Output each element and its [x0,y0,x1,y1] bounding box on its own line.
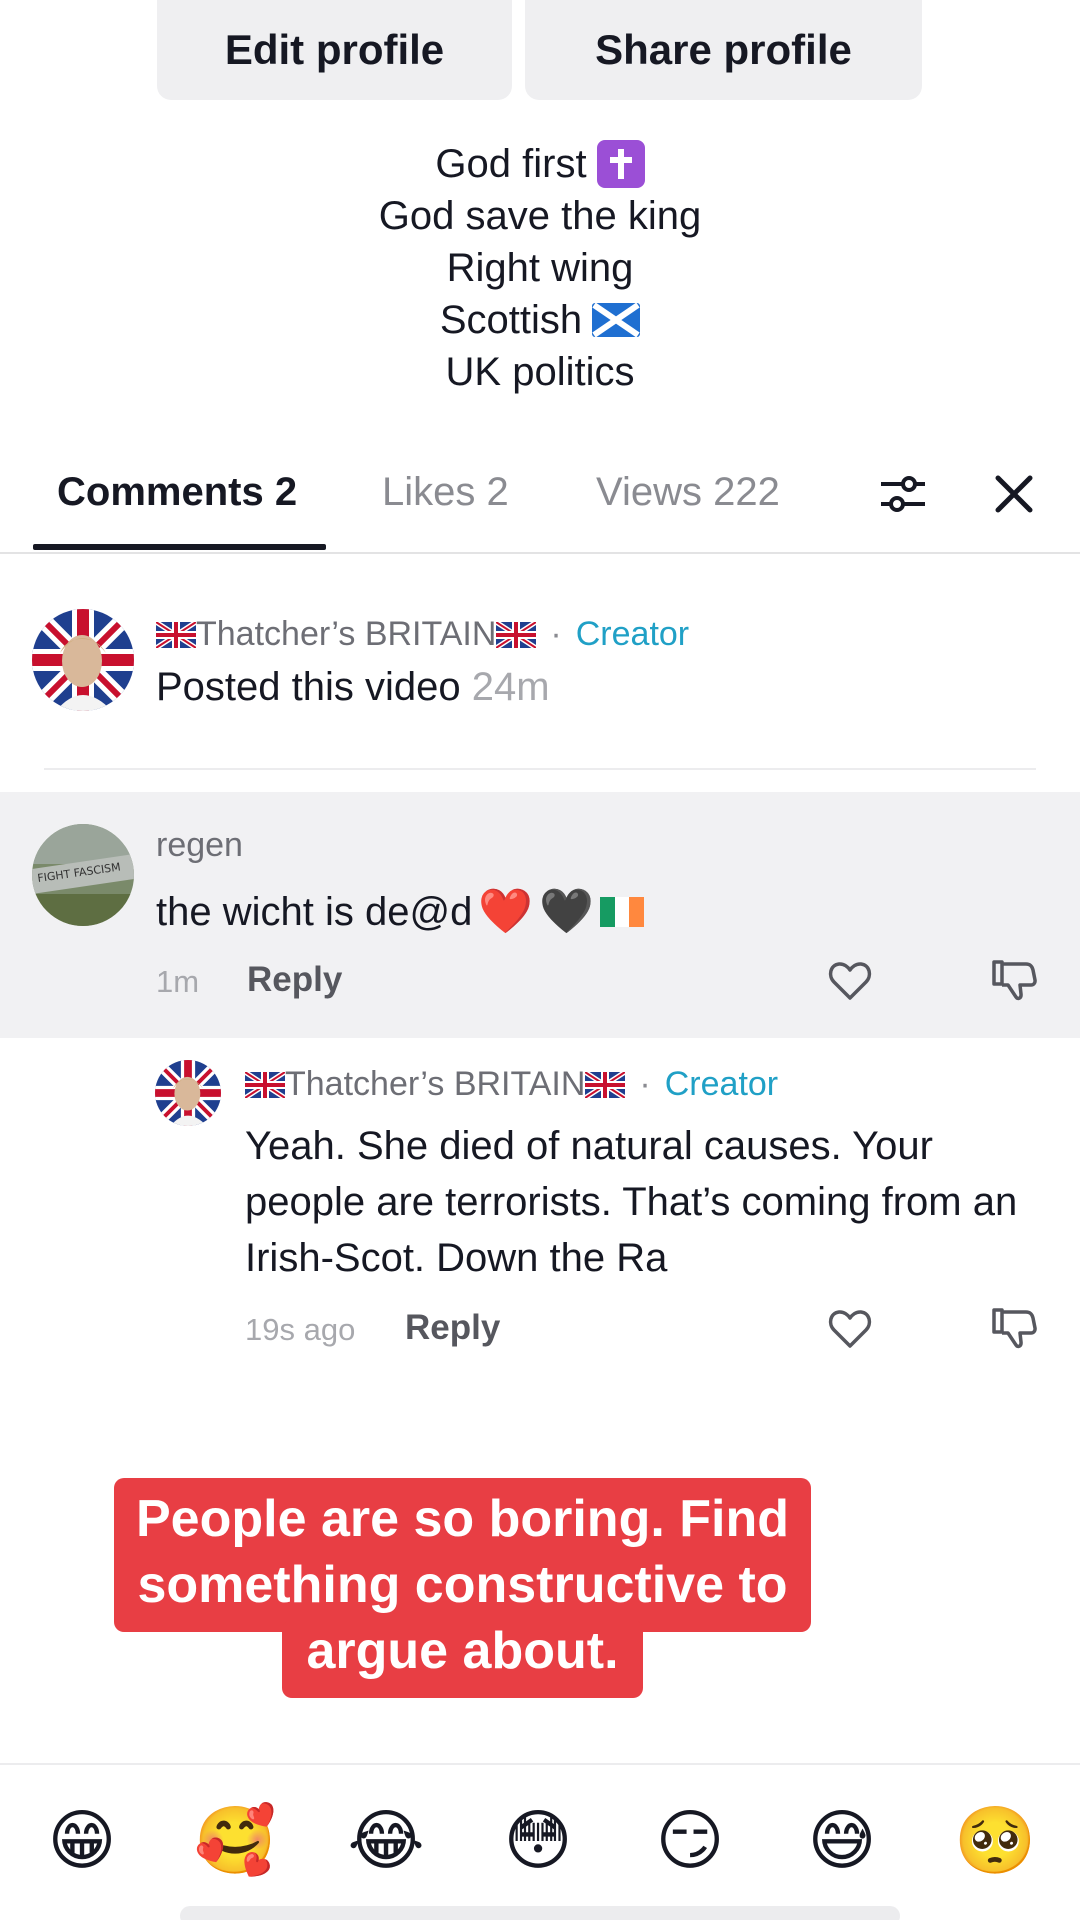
creator-badge: Creator [664,1065,779,1103]
bio-line: UK politics [0,346,1080,398]
activity-tabs: Comments 2 Likes 2 Views 222 [0,440,1080,554]
back-arrow-icon[interactable] [50,0,110,10]
joy-emoji-button[interactable]: 😂 [346,1800,426,1880]
bio-text: God first [435,142,587,186]
bio-line: Scottish [0,294,1080,346]
like-heart-icon[interactable] [826,956,874,1004]
posted-time: 24m [471,665,550,709]
scotland-flag-icon [592,303,641,337]
reply-button[interactable]: Reply [247,960,342,1000]
filter-icon[interactable] [877,468,929,520]
comment-item: FIGHT FASCISM regen the wicht is de@d ❤️… [0,792,1080,1038]
creator-reply-avatar[interactable] [155,1060,221,1126]
uk-flag-icon [496,621,537,648]
comment-time: 1m [156,964,200,999]
flushed-emoji-button[interactable]: 😳 [498,1800,578,1880]
reply-text: Yeah. She died of natural causes. Your p… [245,1124,1018,1280]
comment-text: the wicht is de@d ❤️ 🖤 [156,884,644,940]
emoji-quick-bar: 😁 🥰 😂 😳 😏 😅 🥺 [0,1763,1080,1920]
posted-text: Posted this video 24m [156,665,550,710]
tab-comments[interactable]: Comments 2 [57,470,297,515]
bio-text: God save the king [378,194,702,238]
tab-views[interactable]: Views 222 [596,470,780,515]
separator-dot: · [639,1065,651,1103]
sweat-smile-emoji-button[interactable]: 😅 [802,1800,882,1880]
creator-name: Thatcher’s BRITAIN [196,615,497,653]
uk-flag-icon [156,621,196,648]
smiling-hearts-emoji-button[interactable]: 🥰 [194,1800,276,1880]
active-tab-indicator [33,544,326,550]
reply-author-line[interactable]: Thatcher’s BRITAIN · Creator [245,1065,778,1104]
comment-body: the wicht is de@d [156,890,473,934]
search-icon[interactable] [960,0,1020,10]
red-heart-emoji: ❤️ [478,887,534,936]
posted-label: Posted this video [156,665,461,709]
reply-time: 19s ago [245,1312,356,1347]
creator-name-line[interactable]: Thatcher’s BRITAIN · Creator [156,615,689,654]
smirk-emoji-button[interactable]: 😏 [650,1800,730,1880]
pleading-emoji-button[interactable]: 🥺 [954,1800,1036,1880]
dislike-icon[interactable] [990,956,1038,1004]
dislike-icon[interactable] [990,1304,1038,1352]
grinning-emoji-button[interactable]: 😁 [42,1800,122,1880]
bio-line: God first [0,138,1080,190]
divider [44,768,1036,770]
uk-flag-icon [585,1071,626,1098]
bio-text: UK politics [445,350,635,394]
bio-text: Scottish [439,298,583,342]
profile-bio: God first God save the king Right wing S… [0,138,1080,398]
tab-likes[interactable]: Likes 2 [382,470,509,515]
black-heart-emoji: 🖤 [539,887,594,936]
reply-author-name: Thatcher’s BRITAIN [285,1065,586,1103]
commenter-avatar[interactable]: FIGHT FASCISM [32,824,134,926]
close-icon[interactable] [990,470,1038,518]
bio-text: Right wing [446,246,634,290]
share-profile-button[interactable]: Share profile [525,0,922,100]
uk-flag-icon [245,1071,285,1098]
creator-badge: Creator [575,615,690,653]
separator-dot: · [550,615,562,653]
ireland-flag-icon [599,897,644,927]
bio-line: Right wing [0,242,1080,294]
like-heart-icon[interactable] [826,1304,874,1352]
latin-cross-icon [596,140,645,188]
creator-avatar[interactable] [32,609,134,711]
creator-post-row: Thatcher’s BRITAIN · Creator Posted this… [0,595,1080,770]
reply-button[interactable]: Reply [405,1308,500,1348]
profile-actions: Edit profile Share profile [0,0,1080,110]
commenter-username[interactable]: regen [156,826,243,865]
video-caption-text: People are so boring. Find something con… [136,1490,789,1680]
edit-profile-button[interactable]: Edit profile [157,0,512,100]
bio-line: God save the king [0,190,1080,242]
comment-input-edge[interactable] [180,1906,900,1920]
